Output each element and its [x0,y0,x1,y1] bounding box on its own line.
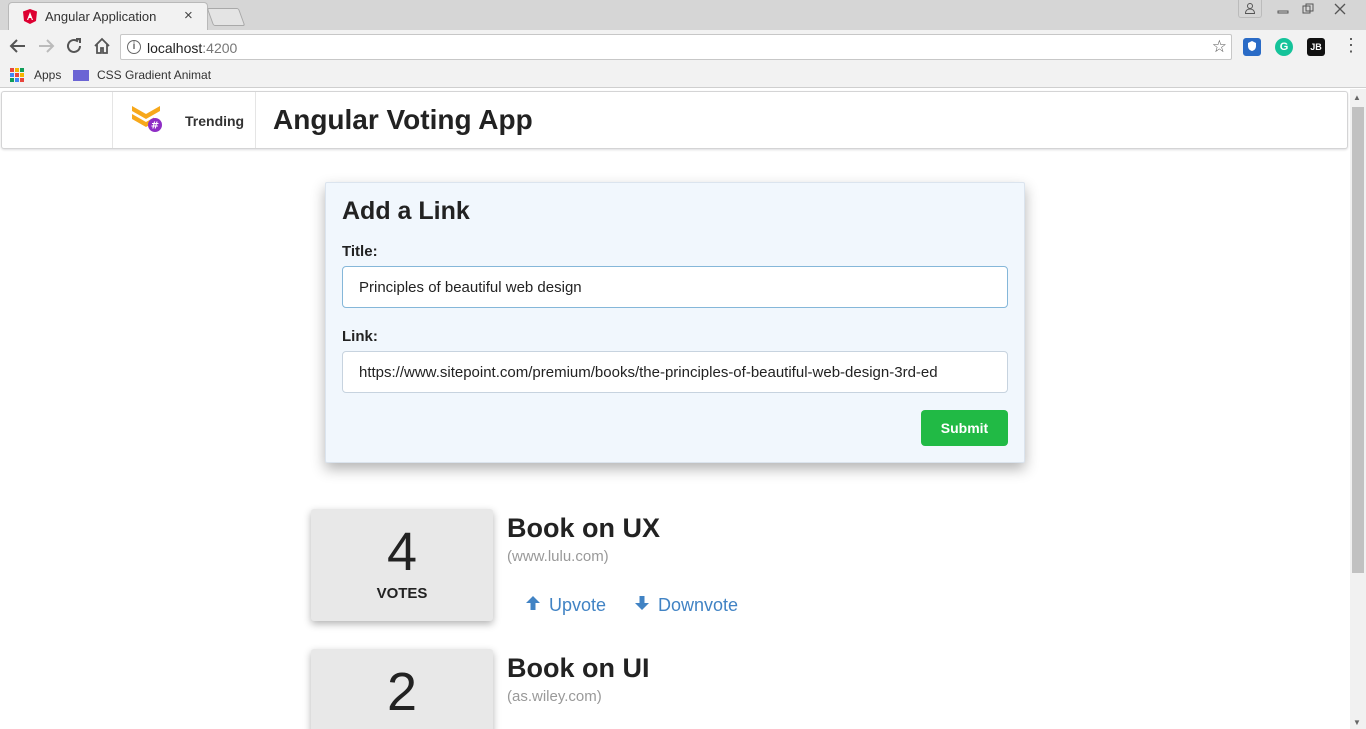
link-input[interactable] [342,351,1008,393]
jetbrains-icon[interactable]: JB [1307,38,1325,56]
reload-icon[interactable] [64,37,84,57]
vote-count: 2 [386,662,418,722]
grammarly-icon[interactable]: G [1275,38,1293,56]
profile-icon[interactable] [1238,0,1262,18]
add-link-form: Add a Link Title: Link: Submit [325,182,1025,463]
tab-strip: Angular Application × [0,0,1366,30]
form-heading: Add a Link [342,197,470,225]
upvote-label: Upvote [549,595,607,615]
article-item: 4 VOTES Book on UX (www.lulu.com) Upvote… [311,509,871,621]
article-domain: (as.wiley.com) [507,688,602,705]
arrow-up-icon [526,596,540,610]
top-menu: # Trending Angular Voting App [1,91,1348,149]
vote-box: 4 VOTES [311,509,493,621]
bookmark-apps[interactable]: Apps [34,68,61,82]
browser-menu-icon[interactable]: ⋮ [1342,35,1360,56]
window-close-icon[interactable] [1326,0,1354,18]
scroll-down-icon[interactable]: ▼ [1353,718,1361,727]
page-scrollbar[interactable]: ▲ ▼ [1350,89,1366,729]
title-input[interactable] [342,266,1008,308]
tab-title: Angular Application [45,9,157,24]
menu-item-trending[interactable]: # Trending [112,92,255,148]
browser-tab[interactable]: Angular Application × [8,2,208,30]
url-text: localhost:4200 [147,40,238,56]
bookmark-favicon-icon [73,70,89,81]
home-icon[interactable] [92,37,112,57]
back-icon[interactable] [8,37,28,57]
info-icon[interactable]: i [127,40,141,54]
new-tab-button[interactable] [206,8,246,26]
minimize-icon[interactable] [1270,0,1296,18]
apps-grid-icon[interactable] [10,68,24,82]
tab-close-icon[interactable]: × [184,7,193,24]
votes-label: VOTES [376,585,428,602]
forward-icon[interactable] [36,37,56,57]
page-title: Angular Voting App [273,104,533,135]
downvote-label: Downvote [658,595,739,615]
article-title[interactable]: Book on UX [507,513,660,544]
extension-shield-icon[interactable] [1243,38,1261,56]
downvote-link[interactable]: Downvote [634,595,738,616]
title-label: Title: [342,243,378,260]
page-viewport: # Trending Angular Voting App Add a Link… [0,89,1350,729]
article-domain: (www.lulu.com) [507,548,609,565]
arrow-down-icon [635,596,649,610]
bookmarks-bar: Apps CSS Gradient Animat [0,64,1366,88]
angular-favicon-icon [23,9,37,24]
article-title[interactable]: Book on UI [507,653,650,684]
vote-count: 4 [386,522,418,582]
link-label: Link: [342,328,378,345]
ng-book-logo-icon: # [132,106,162,132]
vote-box: 2 [311,649,493,729]
scroll-up-icon[interactable]: ▲ [1353,93,1361,102]
article-item: 2 Book on UI (as.wiley.com) [311,649,871,729]
address-bar[interactable]: i localhost:4200 ☆ [120,34,1232,60]
menu-item-label: Trending [185,113,245,129]
bookmark-css-gradient[interactable]: CSS Gradient Animat [97,68,211,82]
upvote-link[interactable]: Upvote [525,595,606,616]
bookmark-star-icon[interactable]: ☆ [1212,37,1227,57]
svg-text:#: # [151,121,159,132]
header-title-item: Angular Voting App [255,92,655,148]
submit-button[interactable]: Submit [921,410,1008,446]
restore-icon[interactable] [1295,0,1321,18]
scroll-thumb[interactable] [1352,107,1364,573]
browser-toolbar: i localhost:4200 ☆ G JB ⋮ [0,30,1366,64]
